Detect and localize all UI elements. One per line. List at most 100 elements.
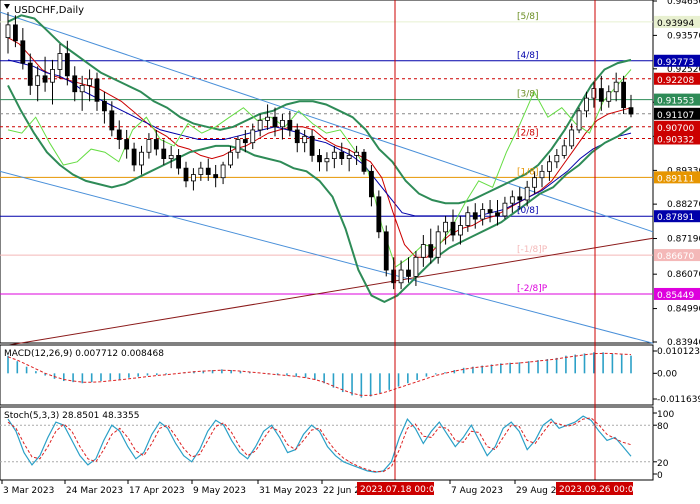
candle-body <box>235 139 241 153</box>
candle-body <box>613 81 619 93</box>
candle-body <box>242 139 248 144</box>
murrey-label: [2/8] <box>517 128 539 138</box>
candle-body <box>109 110 115 131</box>
candle-body <box>361 151 367 172</box>
candle-body <box>435 231 441 258</box>
candle-body <box>413 256 419 277</box>
candle-body <box>57 53 63 70</box>
candle-body <box>324 158 330 163</box>
candle-body <box>331 151 337 160</box>
price-tick-label: 0.88270 <box>667 200 700 210</box>
price-label-text: 0.85449 <box>657 291 694 301</box>
candle-body <box>280 119 285 128</box>
price-tick-label: 0.93570 <box>667 31 700 41</box>
price-pane[interactable]: [5/8] [4/8] [3/8] [2/8] [1/8] [0/8] [-1/8]P [-2… <box>0 0 654 347</box>
candle-body <box>517 196 523 201</box>
candle-body <box>406 269 411 277</box>
candle-body <box>339 151 345 160</box>
price-tick-label: 0.84990 <box>667 305 700 315</box>
highlight-date-text: 2023.09.26 00:00 <box>559 485 640 495</box>
candle-body <box>42 75 48 83</box>
candle-body <box>94 78 100 102</box>
macd-tick-label: 0.010123 <box>657 347 700 357</box>
candle-body <box>346 155 352 160</box>
candle-body <box>131 148 137 166</box>
murrey-label: [-2/8]P <box>517 284 548 294</box>
candle-body <box>383 231 389 271</box>
candle-body <box>628 107 634 115</box>
stoch-tick-label: 20 <box>657 459 669 469</box>
candle-body <box>35 75 41 86</box>
candle-body <box>561 145 567 156</box>
candle-body <box>64 53 70 77</box>
candle-body <box>472 212 478 220</box>
candle-body <box>116 129 122 140</box>
candle-body <box>79 84 85 93</box>
murrey-label: [-1/8]P <box>517 245 548 255</box>
chart-canvas[interactable]: [5/8] [4/8] [3/8] [2/8] [1/8] [0/8] [-1/8]P [-2… <box>0 0 700 500</box>
candle-body <box>5 24 11 39</box>
macd-tick-label: 0.00 <box>657 369 677 379</box>
murrey-label: [0/8] <box>517 206 539 216</box>
candle-body <box>584 97 589 112</box>
price-tick-label: 0.87190 <box>667 235 700 245</box>
price-label-text: 0.90332 <box>657 135 694 145</box>
time-tick-label: 24 Mar 2023 <box>66 486 123 496</box>
price-label-text: 0.90700 <box>657 124 694 134</box>
candle-body <box>191 174 196 182</box>
macd-pane[interactable]: MACD(12,26,9) 0.007712 0.008468 <box>0 344 654 406</box>
candle-body <box>524 186 530 201</box>
candle-body <box>50 69 55 83</box>
candle-body <box>294 129 300 144</box>
candle-body <box>272 116 278 128</box>
candle-body <box>13 24 18 42</box>
candle-body <box>213 174 219 179</box>
stoch-title: Stoch(5,3,3) 28.8501 48.3355 <box>4 411 139 421</box>
candle-body <box>398 269 404 284</box>
candle-body <box>539 170 545 179</box>
time-tick-label: 17 Apr 2023 <box>129 486 185 496</box>
candle-body <box>176 155 181 169</box>
price-pane-frame <box>0 0 654 344</box>
candle-body <box>309 135 315 156</box>
candle-body <box>161 148 167 160</box>
time-tick-label: 29 Aug 20 <box>516 486 562 496</box>
candle-body <box>376 196 382 233</box>
candle-body <box>198 167 204 175</box>
murrey-label: [4/8] <box>517 51 539 61</box>
macd-title: MACD(12,26,9) 0.007712 0.008468 <box>4 349 164 359</box>
candle-body <box>168 155 174 160</box>
candle-body <box>576 110 582 131</box>
time-axis: 3 Mar 2023 24 Mar 2023 17 Apr 2023 9 May 20… <box>0 479 653 496</box>
candle-body <box>228 151 233 166</box>
price-label-text: 0.91553 <box>657 97 694 107</box>
stoch-tick-label: 100 <box>657 410 674 420</box>
candle-body <box>532 177 537 188</box>
price-axis: 0.946500.935700.925200.914700.904000.893… <box>653 0 700 348</box>
candle-body <box>509 196 515 204</box>
candle-body <box>139 151 144 166</box>
candle-body <box>621 81 626 109</box>
price-tick-label: 0.86070 <box>667 270 700 280</box>
candle-body <box>250 129 256 144</box>
murrey-label: [3/8] <box>517 90 539 100</box>
time-tick-label: 3 Mar 2023 <box>3 486 54 496</box>
time-tick-label: 22 Jun 2 <box>323 486 360 496</box>
candle-body <box>598 88 604 102</box>
candle-body <box>265 116 270 121</box>
candle-body <box>205 167 211 175</box>
candle-body <box>458 225 463 236</box>
candle-body <box>102 100 107 112</box>
stoch-pane[interactable]: Stoch(5,3,3) 28.8501 48.3355 <box>0 406 654 481</box>
stoch-tick-label: 80 <box>657 422 669 432</box>
candle-body <box>495 212 500 217</box>
highlight-date-text: 2023.07.18 00:00 <box>360 485 441 495</box>
candle-body <box>554 155 560 163</box>
candle-body <box>20 40 26 64</box>
price-label-text: 0.93994 <box>657 19 694 29</box>
candle-body <box>257 119 263 131</box>
candle-body <box>420 244 426 258</box>
candle-body <box>428 244 434 258</box>
candle-body <box>87 78 92 86</box>
main-chart-title: USDCHF,Daily <box>14 5 84 16</box>
